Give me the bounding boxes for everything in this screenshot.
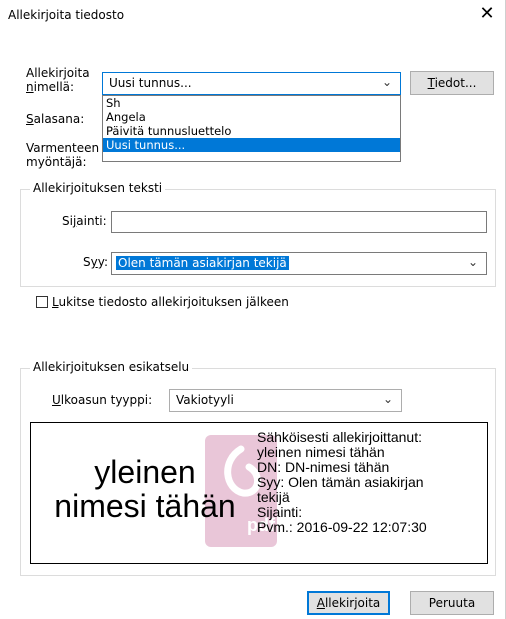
location-label: Sijainti: [62,214,107,228]
lock-label[interactable]: Lukitse tiedosto allekirjoituksen jälkee… [52,295,289,309]
lock-checkbox[interactable] [36,296,48,308]
signer-select-value: Uusi tunnus... [109,76,192,90]
dropdown-option-sh[interactable]: Sh [103,96,400,110]
password-label-accesskey: S [26,112,34,126]
issuer-label-line1: Varmenteen [26,141,100,155]
signature-preview: pdf yleinen nimesi tähän Sähköisesti all… [30,422,488,564]
reason-combobox[interactable]: Olen tämän asiakirjan tekijä ⌄ [111,252,487,275]
location-input[interactable] [111,211,487,233]
sign-button-label: llekirjoita [324,596,381,610]
details-button[interactable]: Tiedot... [410,71,494,95]
signer-label-accesskey: n [26,80,34,94]
detail-line: Sijainti: [257,504,303,520]
sign-button-accesskey: A [316,596,325,610]
dropdown-option-refresh[interactable]: Päivitä tunnusluettelo [103,124,400,138]
reason-value: Olen tämän asiakirjan tekijä [116,256,289,270]
password-label: Salasana: [26,112,84,126]
appearance-label-rest: lkoasun tyyppi: [60,393,153,407]
appearance-select[interactable]: Vakiotyyli ⌄ [169,389,402,412]
sign-button[interactable]: Allekirjoita [307,591,390,615]
location-label-b: ainti: [76,214,107,228]
signer-name-large: yleinen nimesi tähän [35,455,255,523]
signer-label: Allekirjoita nimellä: [26,66,90,94]
signature-text-legend: Allekirjoituksen teksti [30,181,166,195]
signer-name-line1: yleinen [94,454,196,490]
appearance-label-accesskey: U [52,393,61,407]
cancel-button[interactable]: Peruuta [410,591,494,615]
detail-line: yleinen nimesi tähän [257,444,385,460]
detail-line: Sähköisesti allekirjoittanut: [257,429,422,445]
chevron-down-icon: ⌄ [467,255,478,269]
appearance-value: Vakiotyyli [176,393,234,407]
reason-label: Syy: [83,255,108,269]
issuer-label-line2: myöntäjä: [26,155,87,169]
signer-label-line1: Allekirjoita [26,66,90,80]
detail-line: Pvm.: 2016-09-22 12:07:30 [257,519,427,535]
detail-line: Syy: Olen tämän asiakirjan [257,474,424,490]
details-button-accesskey: T [427,76,435,90]
chevron-down-icon: ⌄ [382,392,393,406]
detail-line: DN: DN-nimesi tähän [257,459,390,475]
signer-name-line2: nimesi tähän [54,488,236,524]
reason-label-accesskey: y [90,255,98,269]
chevron-down-icon: ⌄ [381,75,392,89]
detail-line: tekijä [257,489,290,505]
signature-details: Sähköisesti allekirjoittanut: yleinen ni… [257,430,485,535]
preview-legend: Allekirjoituksen esikatselu [30,360,193,374]
signer-select[interactable]: Uusi tunnus... ⌄ [102,72,401,95]
close-icon[interactable]: ✕ [476,3,498,25]
lock-label-rest: ukitse tiedosto allekirjoituksen jälkeen [58,295,289,309]
details-button-label: iedot... [434,76,477,90]
dropdown-option-new-id[interactable]: Uusi tunnus... [103,138,400,152]
signer-dropdown-list[interactable]: Sh Angela Päivitä tunnusluettelo Uusi tu… [102,95,401,162]
location-label-a: Si [62,214,73,228]
reason-label-a: S [83,255,91,269]
signer-label-rest: imellä: [33,80,75,94]
reason-label-b: y: [97,255,109,269]
window-title: Allekirjoita tiedosto [8,8,125,22]
password-label-rest: alasana: [33,112,85,126]
dropdown-option-angela[interactable]: Angela [103,110,400,124]
signer-label-line2: nimellä: [26,80,90,94]
issuer-label: Varmenteen myöntäjä: [26,141,100,169]
appearance-label: Ulkoasun tyyppi: [52,393,152,407]
